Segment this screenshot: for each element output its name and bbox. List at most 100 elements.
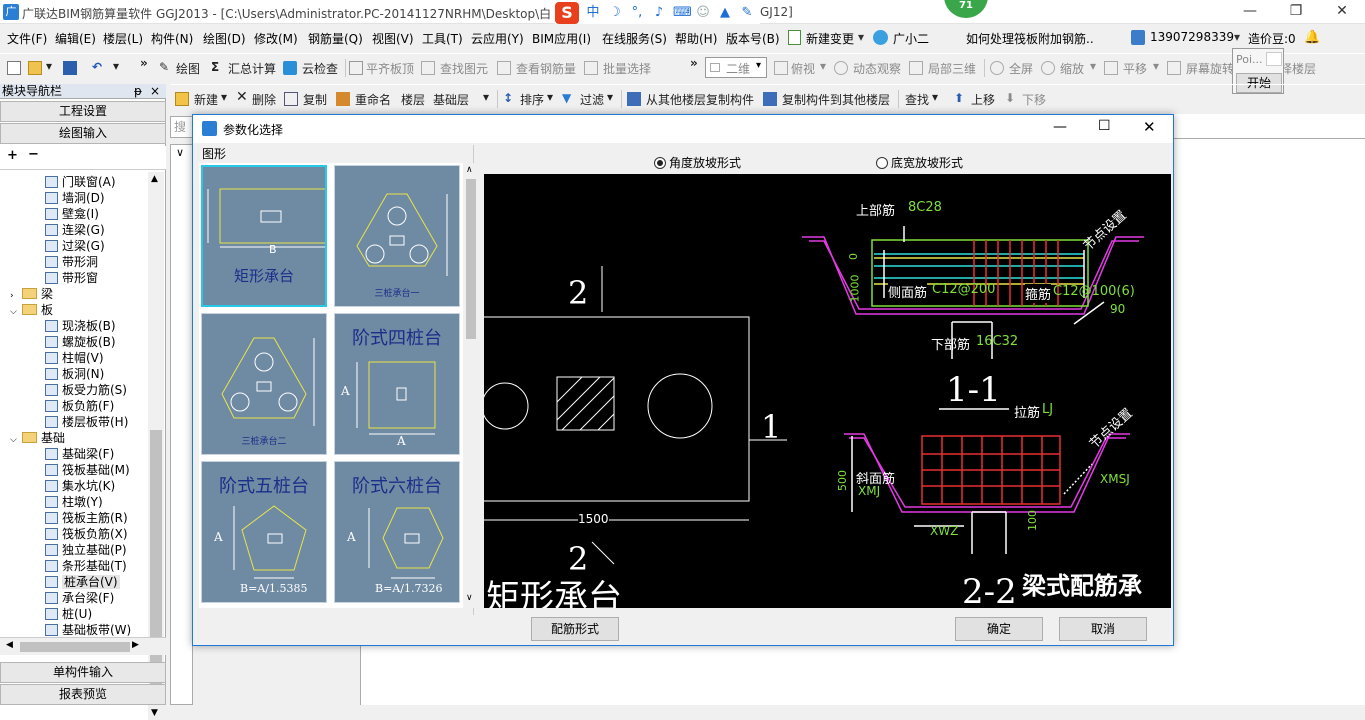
open-folder-icon[interactable] [28,61,42,75]
tool-flush-slab[interactable]: 平齐板顶 [366,60,414,77]
new-dropdown-icon[interactable]: ▾ [221,90,227,104]
sort-dropdown-icon[interactable]: ▾ [547,90,553,104]
tool-move-up[interactable]: 上移 [971,91,995,108]
save-icon[interactable] [63,61,77,75]
thumb-three-pile-1[interactable]: 三桩承台一 [334,165,460,307]
tree-item[interactable]: 板负筋(F) [45,398,114,414]
toolbar-overflow-icon[interactable]: » [140,56,148,70]
thumb-step-six-pile[interactable]: 阶式六桩台 A B=A/1.7326 [334,461,460,603]
tool-draw[interactable]: 绘图 [176,60,200,77]
tree-item[interactable]: 条形基础(T) [45,558,127,574]
user-dropdown-icon[interactable]: ▾ [1234,30,1240,44]
tree-folder[interactable]: ⌵ 基础 [10,430,65,446]
menu-rebar-qty[interactable]: 钢筋量(Q) [308,30,363,47]
tree-item[interactable]: 筏板负筋(X) [45,526,128,542]
tree-item[interactable]: 承台梁(F) [45,590,114,606]
expand-all-icon[interactable]: + [7,148,18,163]
menu-cloud[interactable]: 云应用(Y) [471,30,524,47]
popup-field[interactable]: Poi... [1236,53,1263,66]
floor-dropdown-icon[interactable]: ▾ [483,90,489,104]
tool-find[interactable]: 查找 [905,91,929,108]
notification-badge[interactable]: 71 [944,0,988,18]
open-dropdown-icon[interactable]: ▾ [46,59,52,73]
tree-item[interactable]: 门联窗(A) [45,174,116,190]
minimize-button[interactable]: — [1227,0,1273,24]
new-file-icon[interactable] [7,61,21,75]
top-view-dropdown-icon[interactable]: ▾ [820,59,826,73]
sogou-ime-icon[interactable]: S [555,2,579,24]
tool-zoom[interactable]: 缩放 [1060,60,1084,77]
tree-item[interactable]: 桩(U) [45,606,92,622]
tool-delete[interactable]: 删除 [252,91,276,108]
thumb-three-pile-2[interactable]: 三桩承台二 [201,313,327,455]
tree-item[interactable]: 连梁(G) [45,222,105,238]
hscroll-thumb[interactable] [20,642,130,652]
project-settings-button[interactable]: 工程设置 [0,101,166,122]
tool-rename[interactable]: 重命名 [355,91,391,108]
tree-item[interactable]: 桩承台(V) [45,574,120,590]
ime-moon-icon[interactable]: ☽ [607,5,623,21]
thumbs-scroll-up-icon[interactable]: ∧ [466,165,473,175]
menu-floor[interactable]: 楼层(L) [103,30,143,47]
new-change-dropdown-icon[interactable]: ▾ [858,30,864,44]
nav-close-icon[interactable]: × [150,84,160,98]
tree-collapse-icon[interactable]: ⌵ [10,304,22,320]
report-preview-button[interactable]: 报表预览 [0,684,166,705]
zoom-dropdown-icon[interactable]: ▾ [1090,59,1096,73]
dialog-maximize-button[interactable]: ☐ [1098,118,1111,134]
ime-toolbar[interactable]: S 中 ☽ °, ♪ ⌨ ☺ ▲ ✎ [555,2,760,24]
tree-item[interactable]: 螺旋板(B) [45,334,116,350]
menu-help[interactable]: 帮助(H) [675,30,717,47]
menu-draw[interactable]: 绘图(D) [203,30,246,47]
tool-new[interactable]: 新建 [194,91,218,108]
thumb-step-five-pile[interactable]: 阶式五桩台 A B=A/1.5385 [201,461,327,603]
tool-copy-to-floor[interactable]: 复制构件到其他楼层 [782,91,890,108]
find-dropdown-icon[interactable]: ▾ [932,90,938,104]
rebar-form-button[interactable]: 配筋形式 [531,617,619,641]
ime-keyboard-icon[interactable]: ⌨ [673,5,692,21]
user-phone[interactable]: 13907298339 [1150,30,1234,44]
tree-item[interactable]: 带形窗 [45,270,98,286]
close-button[interactable]: ✕ [1319,0,1365,24]
thumb-step-four-pile[interactable]: 阶式四桩台 A A [334,313,460,455]
tree-item[interactable]: 过梁(G) [45,238,105,254]
bell-icon[interactable]: 🔔 [1304,30,1320,45]
tree-item[interactable]: 筏板基础(M) [45,462,130,478]
radio-angle-slope[interactable]: 角度放坡形式 [654,154,741,171]
collapse-chevron-icon[interactable]: ∨ [176,146,184,159]
undo-icon[interactable]: ↶ [92,60,102,74]
tool-summary-calc[interactable]: 汇总计算 [228,60,276,77]
cancel-button[interactable]: 取消 [1059,617,1147,641]
collapse-all-icon[interactable]: − [28,147,39,162]
tree-folder[interactable]: › 梁 [10,286,53,302]
menu-version[interactable]: 版本号(B) [726,30,780,47]
undo-dropdown-icon[interactable]: ▾ [113,59,119,73]
restore-button[interactable]: ❐ [1273,0,1319,24]
dialog-close-button[interactable]: ✕ [1143,118,1156,136]
tree-item[interactable]: 板洞(N) [45,366,104,382]
thumbs-scrollbar[interactable]: ∧ ∨ [463,163,479,608]
tree-item[interactable]: 独立基础(P) [45,542,127,558]
menu-component[interactable]: 构件(N) [151,30,193,47]
tool-local-3d[interactable]: 局部三维 [928,60,976,77]
ime-chinese-mode-icon[interactable]: 中 [585,5,601,21]
tree-hscrollbar[interactable]: ◀ ▶ [0,637,166,655]
ime-skin-icon[interactable]: ▲ [717,5,733,21]
tree-item[interactable]: 柱墩(Y) [45,494,103,510]
drawing-input-button[interactable]: 绘图输入 [0,123,166,144]
tree-item[interactable]: 集水坑(K) [45,478,115,494]
tree-item[interactable]: 筏板主筋(R) [45,510,128,526]
scroll-left-icon[interactable]: ◀ [6,640,13,650]
ok-button[interactable]: 确定 [955,617,1043,641]
ime-punctuation-icon[interactable]: °, [629,5,645,21]
menu-tools[interactable]: 工具(T) [422,30,463,47]
filter-dropdown-icon[interactable]: ▾ [607,90,613,104]
menu-online[interactable]: 在线服务(S) [602,30,667,47]
ime-mic-icon[interactable]: ♪ [651,5,667,21]
single-component-input-button[interactable]: 单构件输入 [0,662,166,683]
tool-pan[interactable]: 平移 [1123,60,1147,77]
tree-item[interactable]: 壁龛(I) [45,206,99,222]
tree-item[interactable]: 板受力筋(S) [45,382,127,398]
scroll-right-icon[interactable]: ▶ [132,640,139,650]
tree-item[interactable]: 墙洞(D) [45,190,105,206]
